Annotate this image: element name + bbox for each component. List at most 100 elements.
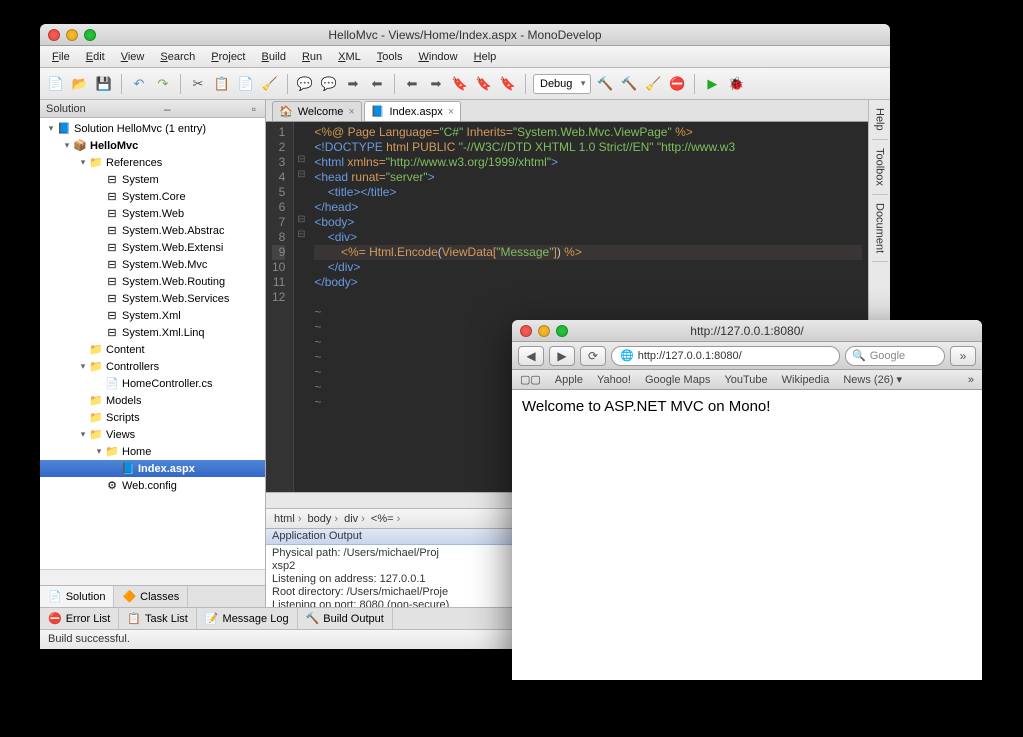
tree-item[interactable]: ⊟System [40,171,265,188]
bottom-tab-build-output[interactable]: 🔨Build Output [298,608,393,629]
comment-icon[interactable]: 💬 [295,74,315,94]
solution-tree[interactable]: ▾📘Solution HelloMvc (1 entry)▾📦HelloMvc▾… [40,118,265,569]
tree-item[interactable]: 📁Content [40,341,265,358]
disclosure-icon[interactable]: ▾ [78,429,88,440]
reload-button[interactable]: ⟳ [580,346,606,366]
stop-icon[interactable]: ⛔ [667,74,687,94]
menu-project[interactable]: Project [203,51,253,63]
tree-item[interactable]: ▾📁Controllers [40,358,265,375]
tree-item[interactable]: ⊟System.Web.Abstrac [40,222,265,239]
build-config-select[interactable]: Debug [533,74,591,94]
tree-item[interactable]: 📁Models [40,392,265,409]
tree-item[interactable]: ⊟System.Web.Extensi [40,239,265,256]
paste-icon[interactable]: 📄 [236,74,256,94]
fold-column[interactable]: ⊟⊟ ⊟⊟ [294,122,308,492]
panel-options-icon[interactable]: ▫ [249,102,259,116]
bookmark-wikipedia[interactable]: Wikipedia [782,374,830,386]
bookmark-icon[interactable]: 🔖 [450,74,470,94]
doc-tab-index-aspx[interactable]: 📘Index.aspx× [364,101,461,121]
tree-item[interactable]: ▾📁Home [40,443,265,460]
disclosure-icon[interactable]: ▾ [78,157,88,168]
bottom-tab-task-list[interactable]: 📋Task List [119,608,197,629]
tree-item[interactable]: ⊟System.Web [40,205,265,222]
disclosure-icon[interactable]: ▾ [94,446,104,457]
menu-tools[interactable]: Tools [369,51,411,63]
tree-item[interactable]: 📁Scripts [40,409,265,426]
close-tab-icon[interactable]: × [448,106,454,118]
menu-xml[interactable]: XML [330,51,369,63]
bookmark-youtube[interactable]: YouTube [724,374,767,386]
bookmark-google-maps[interactable]: Google Maps [645,374,710,386]
tree-item[interactable]: ⊟System.Xml.Linq [40,324,265,341]
side-tab-document[interactable]: Document [872,195,888,262]
back-button[interactable]: ◀ [518,346,544,366]
side-tab-toolbox[interactable]: Toolbox [872,140,888,195]
tree-item[interactable]: ⊟System.Web.Mvc [40,256,265,273]
tree-item[interactable]: 📄HomeController.cs [40,375,265,392]
nav-back-icon[interactable]: ⬅ [402,74,422,94]
bookmark-news-26-[interactable]: News (26) ▾ [843,373,902,386]
panel-tab-solution[interactable]: 📄Solution [40,586,114,607]
tree-item[interactable]: ⊟System.Xml [40,307,265,324]
indent-icon[interactable]: ➡ [343,74,363,94]
menu-help[interactable]: Help [466,51,505,63]
cut-icon[interactable]: ✂ [188,74,208,94]
menu-build[interactable]: Build [254,51,294,63]
build-icon[interactable]: 🔨 [595,74,615,94]
bookmark-next-icon[interactable]: 🔖 [474,74,494,94]
breadcrumb-item[interactable]: <%= [371,513,406,525]
bookmark-yahoo-[interactable]: Yahoo! [597,374,631,386]
bookmark-prev-icon[interactable]: 🔖 [498,74,518,94]
zoom-icon[interactable] [84,29,96,41]
bookmarks-icon[interactable]: ▢▢ [520,373,541,386]
tree-item[interactable]: 📘Index.aspx [40,460,265,477]
ide-titlebar[interactable]: HelloMvc - Views/Home/Index.aspx - MonoD… [40,24,890,46]
debug-icon[interactable]: 🐞 [726,74,746,94]
bookmarks-overflow-icon[interactable]: » [968,374,974,386]
nav-fwd-icon[interactable]: ➡ [426,74,446,94]
delete-icon[interactable]: 🧹 [260,74,280,94]
menu-file[interactable]: File [44,51,78,63]
close-icon[interactable] [520,325,532,337]
close-icon[interactable] [48,29,60,41]
menu-run[interactable]: Run [294,51,330,63]
minimize-icon[interactable] [66,29,78,41]
unindent-icon[interactable]: ⬅ [367,74,387,94]
uncomment-icon[interactable]: 💬 [319,74,339,94]
minimize-icon[interactable] [538,325,550,337]
disclosure-icon[interactable]: ▾ [46,123,56,134]
menu-window[interactable]: Window [410,51,465,63]
clean-icon[interactable]: 🧹 [643,74,663,94]
menu-search[interactable]: Search [152,51,203,63]
breadcrumb-item[interactable]: html [274,513,308,525]
breadcrumb-item[interactable]: body [308,513,345,525]
search-bar[interactable]: 🔍 Google [845,346,945,366]
tree-item[interactable]: ⊟System.Core [40,188,265,205]
tree-item[interactable]: ▾📁Views [40,426,265,443]
rebuild-icon[interactable]: 🔨 [619,74,639,94]
run-icon[interactable]: ▶ [702,74,722,94]
forward-button[interactable]: ▶ [549,346,575,366]
tree-item[interactable]: ▾📦HelloMvc [40,137,265,154]
bottom-tab-error-list[interactable]: ⛔Error List [40,608,119,629]
zoom-icon[interactable] [556,325,568,337]
bookmark-apple[interactable]: Apple [555,374,583,386]
url-bar[interactable]: 🌐 http://127.0.0.1:8080/ [611,346,840,366]
tree-scrollbar[interactable] [40,569,265,585]
chevron-right-icon[interactable]: » [950,346,976,366]
bottom-tab-message-log[interactable]: 📝Message Log [197,608,298,629]
redo-icon[interactable]: ↷ [153,74,173,94]
save-icon[interactable]: 💾 [94,74,114,94]
panel-minimize-icon[interactable]: – [161,102,174,116]
doc-tab-welcome[interactable]: 🏠Welcome× [272,101,362,121]
disclosure-icon[interactable]: ▾ [78,361,88,372]
close-tab-icon[interactable]: × [348,106,354,118]
tree-item[interactable]: ▾📘Solution HelloMvc (1 entry) [40,120,265,137]
tree-item[interactable]: ⚙Web.config [40,477,265,494]
tree-item[interactable]: ⊟System.Web.Routing [40,273,265,290]
disclosure-icon[interactable]: ▾ [62,140,72,151]
breadcrumb-item[interactable]: div [344,513,371,525]
open-icon[interactable]: 📂 [70,74,90,94]
tree-item[interactable]: ▾📁References [40,154,265,171]
side-tab-help[interactable]: Help [872,100,888,140]
